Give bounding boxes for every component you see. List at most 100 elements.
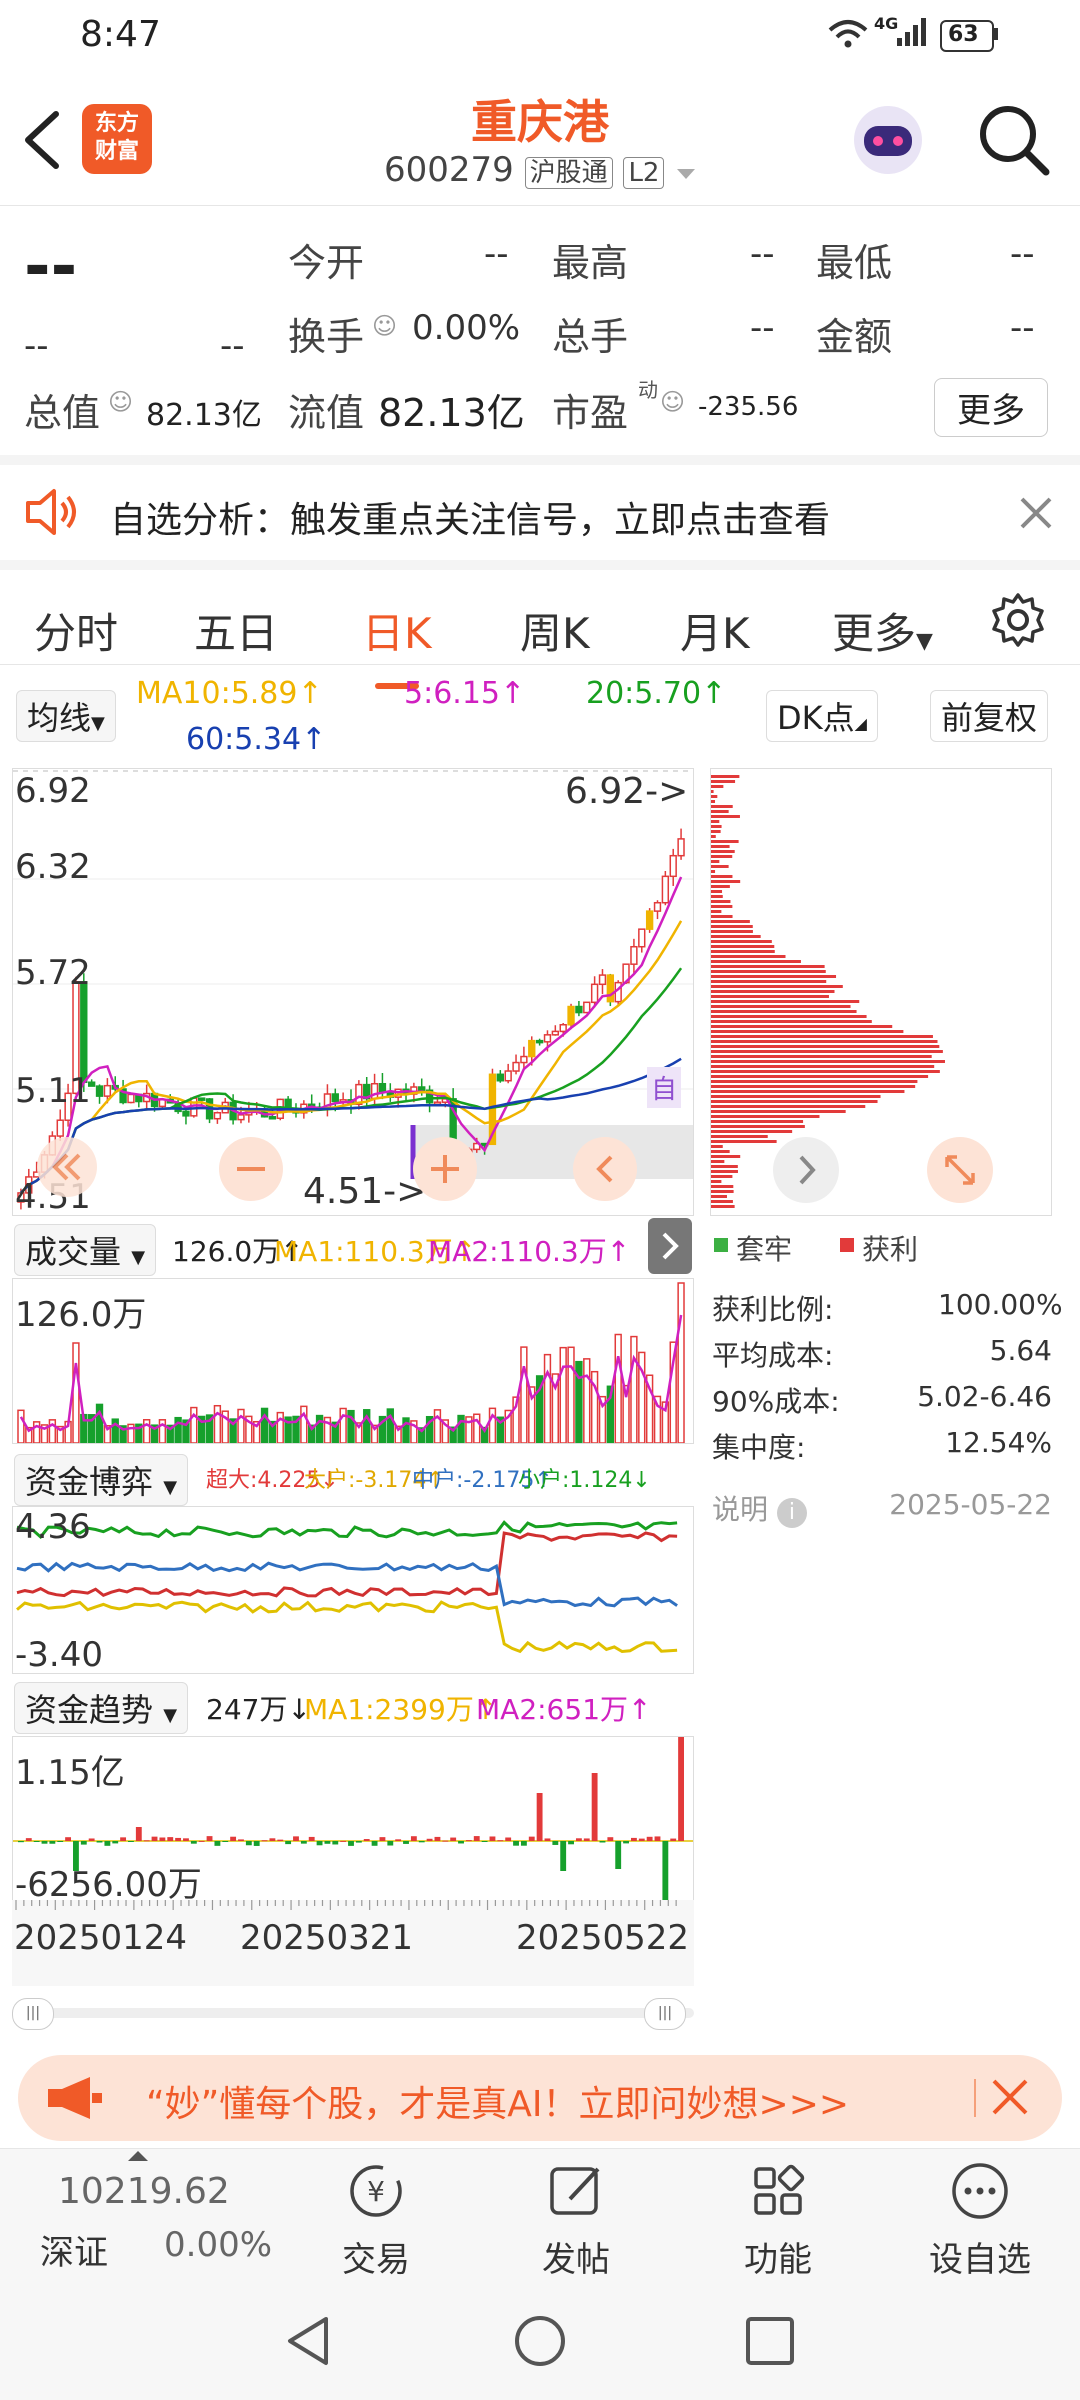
chip-bar	[711, 805, 733, 808]
date-axis: 20250124 20250321 20250522	[12, 1900, 694, 1986]
chip-bar	[711, 965, 825, 968]
chip-bar	[711, 1035, 933, 1038]
nav-recents-icon[interactable]	[742, 2313, 798, 2369]
candle	[268, 1116, 277, 1120]
info-icon[interactable]: ☺	[660, 388, 685, 416]
chevron-right-icon	[799, 1155, 816, 1185]
tab-five-day[interactable]: 五日	[194, 600, 278, 661]
close-icon[interactable]	[1018, 495, 1054, 531]
fund-trend-panel[interactable]: 1.15亿 -6256.00万	[12, 1736, 694, 1905]
zoom-out-button[interactable]	[219, 1137, 283, 1201]
fund-trend-bar	[269, 1838, 276, 1841]
fund-trend-bar	[654, 1836, 661, 1841]
volume-bar	[276, 1411, 284, 1443]
chip-bar	[711, 1060, 945, 1063]
signal-icon	[897, 18, 926, 46]
more-quote-button[interactable]: 更多	[934, 378, 1048, 437]
function-button[interactable]: 功能	[718, 2159, 838, 2281]
fund-trend-bar	[316, 1841, 323, 1846]
fund-trend-bar	[151, 1836, 158, 1841]
fund-trend-bar	[96, 1841, 103, 1843]
chip-distribution-chart	[711, 775, 945, 1208]
nav-back-icon[interactable]	[282, 2313, 338, 2369]
ad-banner[interactable]: “妙”懂每个股，才是真AI！立即问妙想>>>	[18, 2055, 1062, 2141]
settings-gear-icon[interactable]	[990, 592, 1046, 648]
chip-bar	[711, 810, 729, 813]
caret-down-icon: ▼	[163, 1705, 178, 1726]
tab-monthly-k[interactable]: 月K	[680, 600, 750, 661]
chip-bar	[711, 1175, 733, 1178]
range-scrollbar[interactable]: ||| |||	[12, 1996, 694, 2030]
chip-bar	[711, 1040, 938, 1043]
pe-label: 市盈	[552, 391, 629, 435]
chip-bar	[711, 925, 753, 928]
fund-trend-bar	[568, 1841, 574, 1845]
fund-trend-bar	[434, 1836, 441, 1841]
chip-bar	[711, 920, 750, 923]
tab-intraday[interactable]: 分时	[34, 600, 118, 661]
trapped-swatch	[714, 1238, 728, 1252]
chip-bar	[711, 785, 724, 788]
add-favorite-button[interactable]: 设自选	[920, 2159, 1040, 2281]
notice-bar[interactable]: 自选分析：触发重点关注信号，立即点击查看	[0, 455, 1080, 560]
minus-icon	[237, 1167, 265, 1171]
chip-next-button[interactable]	[773, 1137, 839, 1203]
candle	[213, 1112, 222, 1120]
fund-game-legend-row: 资金博弈 ▼ 超大:4.225↓ 大户:-3.174↑ 中户:-2.175↑ 小…	[0, 1448, 700, 1506]
dk-point-button[interactable]: DK点◢	[766, 690, 878, 742]
fund-game-selector[interactable]: 资金博弈 ▼	[14, 1454, 189, 1506]
robot-assistant-icon[interactable]	[848, 100, 928, 180]
chip-distribution-panel[interactable]	[710, 768, 1052, 1216]
info-icon: i	[776, 1498, 807, 1528]
date-ticks	[15, 1900, 677, 1910]
volume-selector[interactable]: 成交量 ▼	[14, 1224, 157, 1276]
volume-panel[interactable]: 126.0万	[12, 1278, 694, 1444]
note-link[interactable]: 说明 i	[712, 1488, 807, 1528]
search-icon[interactable]	[976, 102, 1052, 178]
kline-panel[interactable]: 6.92 6.32 5.72 5.11 4.51 6.92-> 4.51-> 自	[12, 768, 694, 1217]
expand-button[interactable]	[927, 1137, 993, 1203]
chip-bar	[711, 1150, 730, 1153]
chip-bar	[711, 1205, 735, 1208]
step-left-button[interactable]	[573, 1137, 637, 1201]
tab-more[interactable]: 更多▼	[832, 600, 933, 661]
auto-badge[interactable]: 自	[647, 1067, 682, 1108]
adjust-button[interactable]: 前复权	[930, 690, 1049, 742]
chip-bar	[711, 1145, 723, 1148]
fund-game-panel[interactable]: 4.36 -3.40	[12, 1506, 694, 1675]
trade-button[interactable]: ¥ 交易	[316, 2159, 436, 2281]
tab-daily-k[interactable]: 日K	[362, 600, 432, 689]
chip-bar	[711, 980, 827, 983]
fund-trend-bar	[41, 1841, 48, 1844]
candle	[606, 974, 615, 1003]
chip-bar	[711, 1055, 932, 1058]
wifi-icon	[828, 20, 868, 48]
candle	[543, 1034, 552, 1043]
pan-left-button[interactable]	[37, 1137, 97, 1197]
index-value[interactable]: 10219.62	[58, 2171, 230, 2212]
fund-trend-selector[interactable]: 资金趋势 ▼	[14, 1682, 189, 1734]
function-label: 功能	[744, 2240, 812, 2280]
range-handle-right[interactable]: |||	[644, 1998, 686, 2030]
chip-bar	[711, 1105, 866, 1108]
fund-trend-bar	[222, 1841, 229, 1842]
info-icon[interactable]: ☺	[108, 388, 133, 416]
y-axis-q1: 6.32	[15, 847, 91, 887]
fund-trend-bar	[528, 1836, 535, 1841]
dropdown-icon[interactable]	[675, 167, 697, 181]
ma20-value: 20:5.70↑	[586, 676, 727, 711]
ma-selector[interactable]: 均线▼	[16, 690, 116, 742]
chip-bar	[711, 820, 720, 823]
post-button[interactable]: 发帖	[516, 2159, 636, 2281]
nav-home-icon[interactable]	[512, 2313, 568, 2369]
zoom-in-button[interactable]	[413, 1137, 477, 1201]
chip-bar	[711, 1095, 881, 1098]
stock-header: 东方 财富 重庆港 600279 沪股通 L2	[0, 70, 1080, 206]
pe-value: -235.56	[698, 392, 799, 422]
info-icon[interactable]: ☺	[372, 312, 397, 340]
close-icon[interactable]	[990, 2077, 1030, 2117]
tab-weekly-k[interactable]: 周K	[520, 600, 590, 661]
range-handle-left[interactable]: |||	[12, 1998, 54, 2030]
collapse-button[interactable]	[648, 1218, 692, 1274]
fund-super-line	[16, 1531, 678, 1598]
